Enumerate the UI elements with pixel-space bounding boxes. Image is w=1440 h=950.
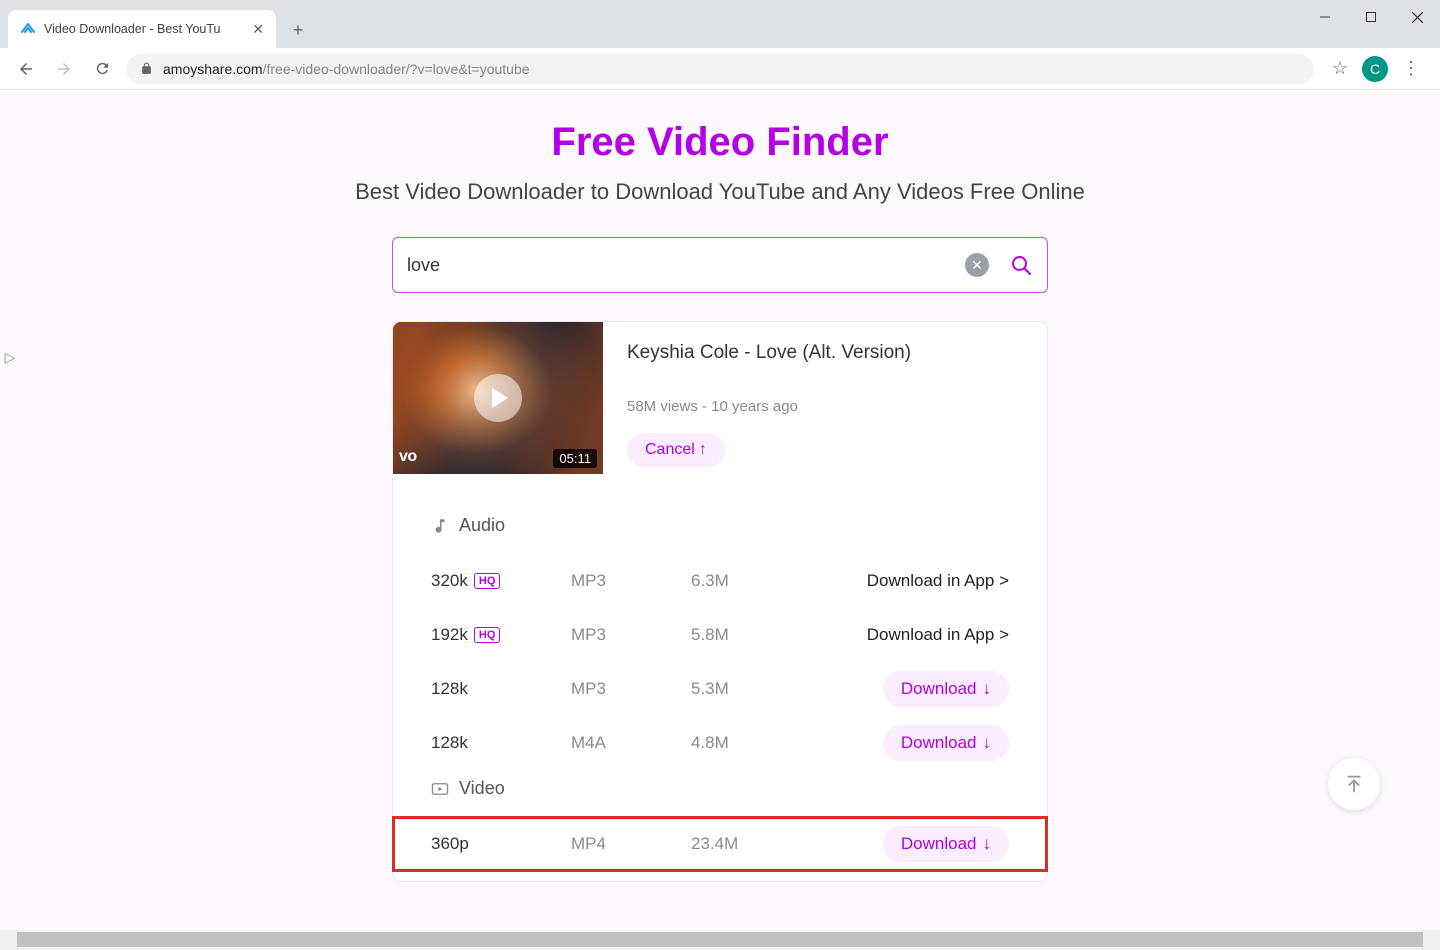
arrow-down-icon: ↓ [983, 733, 992, 753]
arrow-down-icon: ↓ [983, 834, 992, 854]
format-row: 360pMP423.4M Download ↓ [393, 817, 1047, 871]
viewport: ▷ Free Video Finder Best Video Downloade… [0, 90, 1440, 930]
video-title: Keyshia Cole - Love (Alt. Version) [627, 342, 1023, 364]
network-badge: vo [393, 448, 417, 466]
site-favicon [20, 21, 36, 37]
quality-cell: 360p [431, 834, 571, 854]
video-play-icon [431, 780, 449, 798]
address-bar: amoyshare.com/free-video-downloader/?v=l… [0, 48, 1440, 90]
download-button[interactable]: Download ↓ [883, 826, 1009, 862]
hq-badge: HQ [474, 573, 501, 589]
quality-cell: 128k [431, 679, 571, 699]
format-cell: MP3 [571, 571, 691, 591]
result-card: vo 05:11 Keyshia Cole - Love (Alt. Versi… [392, 321, 1048, 882]
download-in-app-link[interactable]: Download in App > [867, 625, 1009, 644]
search-button[interactable] [1009, 253, 1033, 277]
size-cell: 5.8M [691, 625, 851, 645]
minimize-button[interactable] [1302, 0, 1348, 34]
audio-label: Audio [459, 515, 505, 536]
download-button[interactable]: Download ↓ [883, 725, 1009, 761]
browser-titlebar: Video Downloader - Best YouTu ✕ + [0, 0, 1440, 48]
video-thumbnail[interactable]: vo 05:11 [393, 322, 603, 474]
video-section-header: Video [431, 778, 1009, 799]
omnibox[interactable]: amoyshare.com/free-video-downloader/?v=l… [126, 54, 1314, 84]
tab-title: Video Downloader - Best YouTu [44, 22, 244, 36]
browser-tab[interactable]: Video Downloader - Best YouTu ✕ [8, 10, 276, 48]
size-cell: 4.8M [691, 733, 851, 753]
video-stats: 58M views - 10 years ago [627, 398, 1023, 415]
maximize-button[interactable] [1348, 0, 1394, 34]
tab-close-button[interactable]: ✕ [252, 21, 264, 38]
video-label: Video [459, 778, 505, 799]
size-cell: 6.3M [691, 571, 851, 591]
quality-cell: 192kHQ [431, 625, 571, 645]
size-cell: 5.3M [691, 679, 851, 699]
side-panel-handle[interactable]: ▷ [0, 345, 20, 369]
scroll-to-top-button[interactable] [1328, 758, 1380, 810]
page-body: ▷ Free Video Finder Best Video Downloade… [0, 90, 1440, 930]
hq-badge: HQ [474, 627, 501, 643]
search-bar: ✕ [392, 237, 1048, 293]
bookmark-star-icon[interactable]: ☆ [1332, 58, 1348, 79]
download-label: Download [901, 733, 977, 753]
audio-section-header: Audio [431, 515, 1009, 536]
url-text: amoyshare.com/free-video-downloader/?v=l… [163, 61, 530, 77]
profile-avatar[interactable]: C [1362, 56, 1388, 82]
page-subtitle: Best Video Downloader to Download YouTub… [0, 179, 1440, 205]
format-cell: MP3 [571, 625, 691, 645]
format-row: 192kHQMP35.8M Download in App > [431, 608, 1009, 662]
size-cell: 23.4M [691, 834, 851, 854]
result-header: vo 05:11 Keyshia Cole - Love (Alt. Versi… [393, 322, 1047, 487]
download-label: Download [901, 834, 977, 854]
download-options: Audio 320kHQMP36.3MDownload in App >192k… [393, 487, 1047, 881]
horizontal-scrollbar[interactable] [0, 930, 1440, 950]
new-tab-button[interactable]: + [284, 16, 312, 44]
reload-button[interactable] [88, 55, 116, 83]
format-row: 128kM4A4.8M Download ↓ [431, 716, 1009, 770]
format-row: 128kMP35.3M Download ↓ [431, 662, 1009, 716]
download-label: Download [901, 679, 977, 699]
format-cell: MP4 [571, 834, 691, 854]
cancel-button[interactable]: Cancel ↑ [627, 433, 725, 467]
back-button[interactable] [12, 55, 40, 83]
close-window-button[interactable] [1394, 0, 1440, 34]
arrow-down-icon: ↓ [983, 679, 992, 699]
format-cell: M4A [571, 733, 691, 753]
window-controls [1302, 0, 1440, 34]
music-note-icon [431, 517, 449, 535]
play-icon [474, 374, 522, 422]
page-title: Free Video Finder [0, 120, 1440, 165]
arrow-up-icon: ↑ [699, 441, 707, 459]
forward-button[interactable] [50, 55, 78, 83]
quality-cell: 320kHQ [431, 571, 571, 591]
browser-menu-button[interactable]: ⋮ [1402, 58, 1420, 79]
lock-icon [140, 62, 153, 75]
duration-badge: 05:11 [553, 449, 597, 468]
search-input[interactable] [407, 255, 965, 276]
format-cell: MP3 [571, 679, 691, 699]
clear-search-button[interactable]: ✕ [965, 253, 989, 277]
download-button[interactable]: Download ↓ [883, 671, 1009, 707]
quality-cell: 128k [431, 733, 571, 753]
format-row: 320kHQMP36.3M Download in App > [431, 554, 1009, 608]
download-in-app-link[interactable]: Download in App > [867, 571, 1009, 590]
cancel-label: Cancel [645, 441, 695, 459]
